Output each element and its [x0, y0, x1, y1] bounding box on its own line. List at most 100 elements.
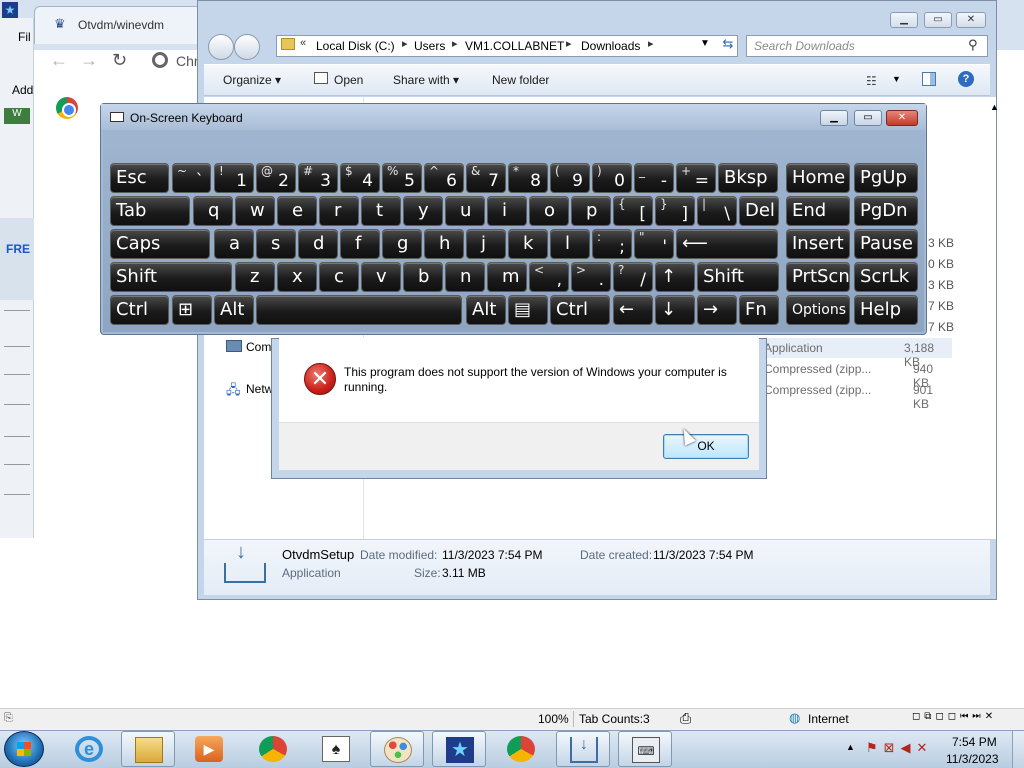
key-home[interactable]: Home	[786, 163, 850, 193]
key-t[interactable]: t	[361, 196, 401, 226]
key-del[interactable]: Del	[739, 196, 779, 226]
key-pgdn[interactable]: PgDn	[854, 196, 918, 226]
chevron-right-icon[interactable]: ▸	[648, 37, 654, 50]
key-ctrl[interactable]: Ctrl	[110, 295, 169, 325]
key-symbol[interactable]: ⊞	[172, 295, 212, 325]
close-button[interactable]: ✕	[956, 12, 986, 28]
search-placeholder[interactable]: Search Downloads	[754, 39, 855, 53]
key-help[interactable]: Help	[854, 295, 918, 325]
key-esc[interactable]: Esc	[110, 163, 169, 193]
tray-icons[interactable]: ⚑⊠◀✕	[866, 740, 933, 756]
breadcrumb-downloads[interactable]: Downloads	[581, 39, 640, 53]
scroll-up-icon[interactable]: ▲	[990, 102, 999, 112]
key-symbol[interactable]: ⟵	[676, 229, 778, 259]
key-i[interactable]: i	[487, 196, 527, 226]
key-5[interactable]: % 5	[382, 163, 422, 193]
forward-button[interactable]	[234, 34, 260, 60]
key-q[interactable]: q	[193, 196, 233, 226]
osk-maximize-button[interactable]: ▭	[854, 110, 882, 126]
file-row[interactable]: Application 3,188 KB	[762, 341, 952, 369]
view-options-icon[interactable]: ☷	[866, 74, 877, 88]
osk-minimize-button[interactable]: ▁	[820, 110, 848, 126]
key-u[interactable]: u	[445, 196, 485, 226]
key-2[interactable]: @2	[256, 163, 296, 193]
open-button[interactable]: Open	[334, 73, 363, 87]
breadcrumb-user-folder[interactable]: VM1.COLLABNET	[465, 39, 564, 53]
menu-file[interactable]: Fil	[18, 30, 31, 44]
key-symbol[interactable]: ←	[613, 295, 653, 325]
key-symbol[interactable]: ~ `	[172, 163, 211, 193]
ok-button[interactable]: OK	[663, 434, 749, 459]
taskbar-solitaire-button[interactable]: ♠	[309, 731, 363, 767]
key-9[interactable]: (9	[550, 163, 590, 193]
taskbar-downloads-button[interactable]: ↓	[556, 731, 610, 767]
share-with-button[interactable]: Share with ▾	[393, 73, 459, 87]
chevron-right-icon[interactable]: ▸	[452, 37, 458, 50]
key-e[interactable]: e	[277, 196, 317, 226]
tray-expand-icon[interactable]: ▲	[846, 742, 855, 752]
key-tab[interactable]: Tab	[110, 196, 190, 226]
key-symbol[interactable]: >.	[571, 262, 611, 292]
zoom-level[interactable]: 100%	[538, 712, 569, 726]
key-symbol[interactable]: " '	[634, 229, 674, 259]
key-v[interactable]: v	[361, 262, 401, 292]
key-fn[interactable]: Fn	[739, 295, 779, 325]
key-f[interactable]: f	[340, 229, 380, 259]
help-icon[interactable]: ?	[958, 71, 974, 87]
nav-item-computer[interactable]: Com	[246, 340, 271, 354]
key-4[interactable]: $4	[340, 163, 380, 193]
key-w[interactable]: w	[235, 196, 275, 226]
key-space[interactable]	[256, 295, 462, 325]
key-7[interactable]: & 7	[466, 163, 506, 193]
key-symbol[interactable]: ↓	[655, 295, 695, 325]
key-symbol[interactable]: ? /	[613, 262, 653, 292]
chevron-right-icon[interactable]: ▸	[566, 37, 572, 50]
search-icon[interactable]: ⚲	[968, 37, 978, 53]
key-o[interactable]: o	[529, 196, 569, 226]
taskbar-ie-button[interactable]: e	[62, 731, 116, 767]
taskbar-otvdm-button[interactable]: ★	[432, 731, 486, 767]
clock-date[interactable]: 11/3/2023	[946, 752, 999, 766]
key-alt[interactable]: Alt	[214, 295, 254, 325]
key-ctrl[interactable]: Ctrl	[550, 295, 610, 325]
key-prtscn[interactable]: PrtScn	[786, 262, 850, 292]
key-6[interactable]: ^ 6	[424, 163, 464, 193]
key-symbol[interactable]: _ -	[634, 163, 674, 193]
file-row[interactable]: Compressed (zipp... 901 KB	[762, 383, 952, 411]
key-options[interactable]: Options	[786, 295, 850, 325]
key-a[interactable]: a	[214, 229, 254, 259]
organize-button[interactable]: Organize ▾	[223, 73, 281, 87]
key-h[interactable]: h	[424, 229, 464, 259]
breadcrumb-local-disk[interactable]: Local Disk (C:)	[316, 39, 395, 53]
key-insert[interactable]: Insert	[786, 229, 850, 259]
key-r[interactable]: r	[319, 196, 359, 226]
taskbar-explorer-button[interactable]	[121, 731, 175, 767]
key-p[interactable]: p	[571, 196, 611, 226]
nav-item-network[interactable]: Netw	[246, 382, 273, 396]
key-symbol[interactable]: :;	[592, 229, 632, 259]
key-shift[interactable]: Shift	[697, 262, 779, 292]
key-z[interactable]: z	[235, 262, 275, 292]
forward-arrow-icon[interactable]: →	[80, 50, 98, 71]
key-symbol[interactable]: {[	[613, 196, 653, 226]
key-n[interactable]: n	[445, 262, 485, 292]
start-button[interactable]	[4, 731, 44, 767]
taskbar-paint-button[interactable]	[370, 731, 424, 767]
key-8[interactable]: * 8	[508, 163, 548, 193]
key-0[interactable]: ) 0	[592, 163, 632, 193]
key-symbol[interactable]: }]	[655, 196, 695, 226]
taskbar-chrome-button-2[interactable]	[494, 731, 548, 767]
clock-time[interactable]: 7:54 PM	[952, 735, 997, 749]
key-s[interactable]: s	[256, 229, 296, 259]
key-end[interactable]: End	[786, 196, 850, 226]
taskbar-chrome-button[interactable]	[246, 731, 300, 767]
key-symbol[interactable]: ↑	[655, 262, 695, 292]
back-arrow-icon[interactable]: ←	[50, 50, 68, 71]
key-pause[interactable]: Pause	[854, 229, 918, 259]
key-symbol[interactable]: | \	[697, 196, 737, 226]
back-button[interactable]	[208, 34, 234, 60]
key-y[interactable]: y	[403, 196, 443, 226]
preview-pane-icon[interactable]	[922, 72, 936, 86]
key-1[interactable]: ! 1	[214, 163, 254, 193]
key-alt[interactable]: Alt	[466, 295, 506, 325]
